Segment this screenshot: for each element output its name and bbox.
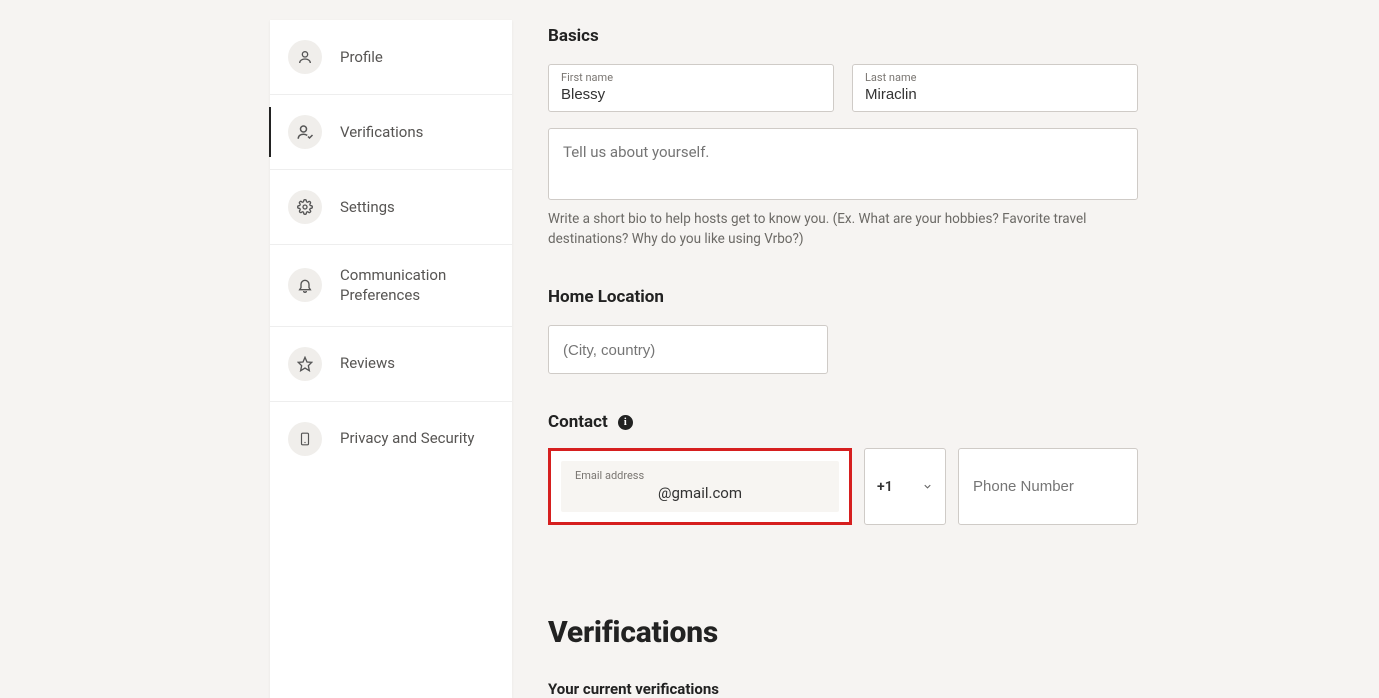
- sidebar-item-label: Verifications: [340, 122, 423, 142]
- country-code-value: +1: [877, 479, 893, 495]
- last-name-field[interactable]: Last name: [852, 64, 1138, 112]
- first-name-field[interactable]: First name: [548, 64, 834, 112]
- country-code-select[interactable]: +1: [864, 448, 946, 525]
- settings-sidebar: Profile Verifications Settings Communica…: [270, 20, 512, 698]
- main-content: Basics First name Last name Write a shor…: [548, 20, 1138, 698]
- sidebar-item-profile[interactable]: Profile: [270, 20, 512, 95]
- basics-heading: Basics: [548, 26, 1138, 46]
- bell-icon: [288, 268, 322, 302]
- bio-field[interactable]: [548, 128, 1138, 200]
- bio-textarea[interactable]: [563, 143, 1123, 185]
- first-name-label: First name: [561, 71, 821, 84]
- home-location-field[interactable]: [548, 325, 828, 374]
- contact-title: Contact: [548, 412, 608, 432]
- first-name-input[interactable]: [561, 86, 821, 103]
- sidebar-item-verifications[interactable]: Verifications: [270, 95, 512, 170]
- current-verifications-label: Your current verifications: [548, 680, 1138, 698]
- verifications-heading: Verifications: [548, 615, 1138, 650]
- user-icon: [288, 40, 322, 74]
- email-highlight: Email address @gmail.com: [548, 448, 852, 525]
- bio-helper-text: Write a short bio to help hosts get to k…: [548, 210, 1138, 249]
- email-value: @gmail.com: [575, 484, 825, 502]
- sidebar-item-label: Settings: [340, 197, 395, 217]
- contact-heading: Contact i: [548, 412, 1138, 432]
- gear-icon: [288, 190, 322, 224]
- sidebar-item-privacy[interactable]: Privacy and Security: [270, 402, 512, 486]
- sidebar-item-label: Privacy and Security: [340, 428, 475, 448]
- sidebar-item-settings[interactable]: Settings: [270, 170, 512, 245]
- phone-field[interactable]: [958, 448, 1138, 525]
- sidebar-item-label: Communication Preferences: [340, 265, 494, 306]
- sidebar-item-label: Reviews: [340, 353, 395, 373]
- email-label: Email address: [575, 469, 825, 482]
- last-name-input[interactable]: [865, 86, 1125, 103]
- email-field[interactable]: Email address @gmail.com: [561, 461, 839, 512]
- home-location-input[interactable]: [563, 342, 813, 359]
- phone-input[interactable]: [973, 478, 1123, 495]
- sidebar-item-communication[interactable]: Communication Preferences: [270, 245, 512, 327]
- home-location-heading: Home Location: [548, 287, 1138, 307]
- sidebar-item-reviews[interactable]: Reviews: [270, 327, 512, 402]
- info-icon[interactable]: i: [618, 415, 633, 430]
- last-name-label: Last name: [865, 71, 1125, 84]
- star-icon: [288, 347, 322, 381]
- user-check-icon: [288, 115, 322, 149]
- chevron-down-icon: [922, 481, 933, 492]
- smartphone-icon: [288, 422, 322, 456]
- sidebar-item-label: Profile: [340, 47, 383, 67]
